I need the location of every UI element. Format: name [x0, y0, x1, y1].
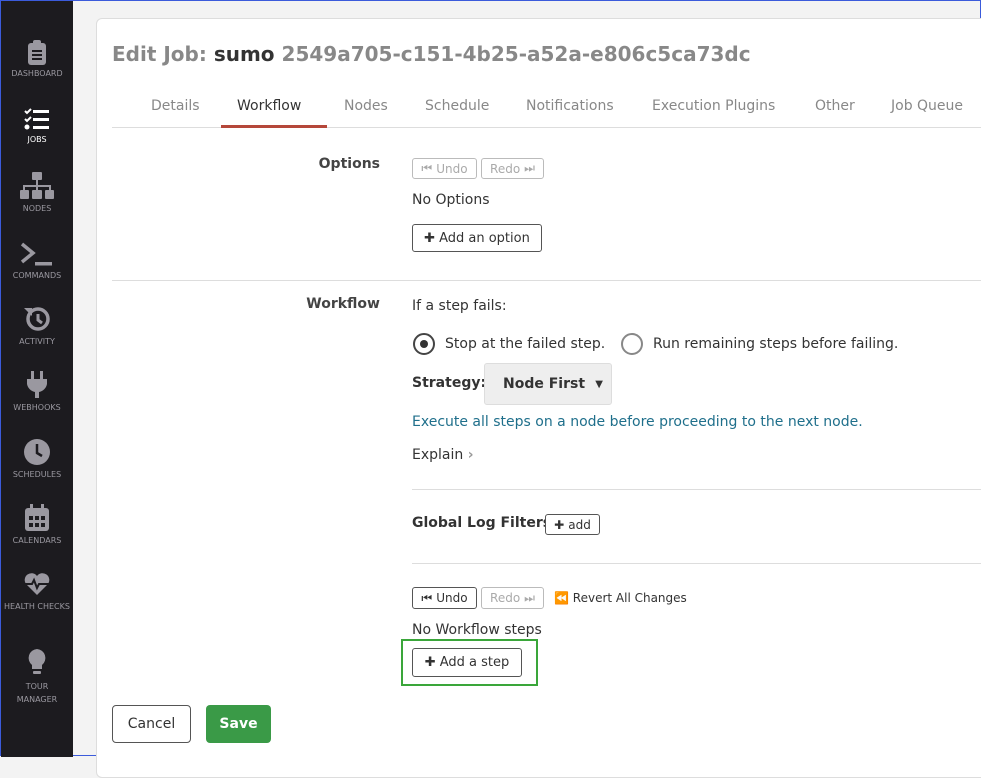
explain-toggle[interactable]: Explain ›: [412, 447, 473, 463]
chevron-right-icon: ›: [467, 447, 474, 463]
options-label: Options: [318, 156, 380, 172]
redo-icon: ⏭: [524, 161, 535, 175]
sitemap-icon: [20, 172, 54, 199]
revert-all-changes-link[interactable]: ⏪ Revert All Changes: [554, 591, 687, 605]
options-undo-button[interactable]: ⏮ Undo: [412, 158, 477, 179]
radio-stop-at-failed[interactable]: [413, 333, 435, 355]
radio-stop-label[interactable]: Stop at the failed step.: [445, 336, 605, 352]
clock-icon: [24, 439, 50, 465]
plus-icon: ✚: [554, 517, 565, 532]
plus-icon: ✚: [424, 655, 436, 670]
job-id: 2549a705-c151-4b25-a52a-e806c5ca73dc: [281, 42, 751, 66]
divider: [412, 563, 981, 564]
save-button[interactable]: Save: [206, 705, 271, 743]
add-step-button[interactable]: ✚ Add a step: [412, 648, 522, 677]
strategy-select[interactable]: Node First ▼: [484, 363, 612, 405]
workflow-redo-button[interactable]: Redo ⏭: [481, 587, 544, 609]
sidebar-item-health-checks[interactable]: HEALTH CHECKS: [1, 572, 73, 613]
lightbulb-icon: [28, 649, 46, 674]
tab-nodes[interactable]: Nodes: [344, 98, 388, 114]
plus-icon: ✚: [424, 230, 436, 246]
radio-run-label[interactable]: Run remaining steps before failing.: [653, 336, 898, 352]
undo-icon: ⏮: [421, 161, 433, 175]
no-options-text: No Options: [412, 192, 490, 208]
strategy-label: Strategy:: [412, 375, 487, 391]
workflow-undo-button[interactable]: ⏮ Undo: [412, 587, 477, 609]
sidebar-item-dashboard[interactable]: DASHBOARD: [1, 39, 73, 78]
global-log-filters-label: Global Log Filters: [412, 515, 552, 531]
tab-schedule[interactable]: Schedule: [425, 98, 489, 114]
sidebar: DASHBOARD JOBS NODES COMMANDS ACTIVITY W…: [1, 1, 73, 757]
tab-job-queue[interactable]: Job Queue: [891, 98, 963, 114]
chevron-down-icon: ▼: [595, 378, 603, 390]
page-title: Edit Job: sumo 2549a705-c151-4b25-a52a-e…: [112, 42, 751, 66]
fast-backward-icon: ⏪: [554, 591, 569, 605]
history-icon: [24, 307, 50, 331]
sidebar-item-calendars[interactable]: CALENDARS: [1, 504, 73, 545]
no-workflow-steps-text: No Workflow steps: [412, 622, 542, 638]
options-redo-button[interactable]: Redo ⏭: [481, 158, 544, 179]
cancel-button[interactable]: Cancel: [112, 705, 191, 743]
divider: [412, 489, 981, 490]
section-divider: [112, 280, 981, 281]
job-name: sumo: [213, 42, 275, 66]
sidebar-item-tour-manager[interactable]: TOUR MANAGER: [1, 648, 73, 706]
clipboard-icon: [28, 40, 46, 65]
tab-details[interactable]: Details: [151, 98, 200, 114]
sidebar-item-schedules[interactable]: SCHEDULES: [1, 438, 73, 479]
radio-run-remaining[interactable]: [621, 333, 643, 355]
tab-notifications[interactable]: Notifications: [526, 98, 614, 114]
sidebar-item-webhooks[interactable]: WEBHOOKS: [1, 371, 73, 412]
heartbeat-icon: [24, 573, 50, 595]
if-step-fails-text: If a step fails:: [412, 298, 507, 314]
calendar-icon: [25, 504, 49, 531]
sidebar-item-commands[interactable]: COMMANDS: [1, 241, 73, 280]
plug-icon: [27, 371, 47, 398]
add-log-filter-button[interactable]: ✚ add: [545, 514, 600, 535]
terminal-icon: [20, 242, 52, 266]
add-option-button[interactable]: ✚ Add an option: [412, 224, 542, 252]
strategy-description: Execute all steps on a node before proce…: [412, 414, 863, 430]
sidebar-item-activity[interactable]: ACTIVITY: [1, 305, 73, 346]
tab-execution-plugins[interactable]: Execution Plugins: [652, 98, 775, 114]
tab-workflow[interactable]: Workflow: [237, 98, 301, 114]
sidebar-item-jobs[interactable]: JOBS: [1, 107, 73, 144]
active-tab-indicator: [221, 125, 327, 128]
undo-icon: ⏮: [421, 590, 433, 605]
checklist-icon: [24, 108, 49, 130]
redo-icon: ⏭: [524, 590, 535, 605]
workflow-label: Workflow: [306, 296, 380, 312]
tab-other[interactable]: Other: [815, 98, 855, 114]
sidebar-item-nodes[interactable]: NODES: [1, 172, 73, 213]
